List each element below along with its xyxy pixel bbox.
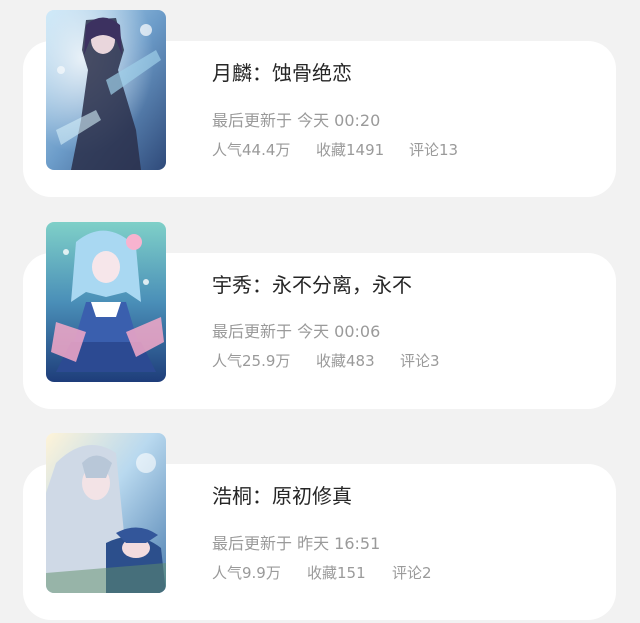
comic-cover-image[interactable] [46,10,166,170]
comments-count: 评论13 [409,141,459,159]
comic-cover-image[interactable] [46,433,166,593]
comic-item[interactable]: 浩桐：原初修真 最后更新于 昨天 16:51 人气9.9万 收藏151 评论2 [0,423,640,623]
comic-cover-image[interactable] [46,222,166,382]
favorites-count: 收藏483 [316,352,375,370]
cover-art [46,10,166,170]
comic-title[interactable]: 浩桐：原初修真 [212,484,352,508]
last-updated: 最后更新于 昨天 16:51 [212,534,381,553]
popularity-count: 人气9.9万 [212,564,281,582]
comic-item[interactable]: 宇秀：永不分离，永不 最后更新于 今天 00:06 人气25.9万 收藏483 … [0,212,640,412]
popularity-count: 人气25.9万 [212,352,291,370]
favorites-count: 收藏151 [307,564,366,582]
comments-count: 评论3 [400,352,440,370]
popularity-count: 人气44.4万 [212,141,291,159]
comic-title[interactable]: 宇秀：永不分离，永不 [212,273,412,297]
cover-art [46,222,166,382]
last-updated: 最后更新于 今天 00:20 [212,111,381,130]
favorites-count: 收藏1491 [316,141,385,159]
comic-title[interactable]: 月麟：蚀骨绝恋 [212,61,352,85]
last-updated: 最后更新于 今天 00:06 [212,322,381,341]
comic-list: 月麟：蚀骨绝恋 最后更新于 今天 00:20 人气44.4万 收藏1491 评论… [0,0,640,620]
comic-item[interactable]: 月麟：蚀骨绝恋 最后更新于 今天 00:20 人气44.4万 收藏1491 评论… [0,0,640,200]
comments-count: 评论2 [392,564,432,582]
cover-art [46,433,166,593]
